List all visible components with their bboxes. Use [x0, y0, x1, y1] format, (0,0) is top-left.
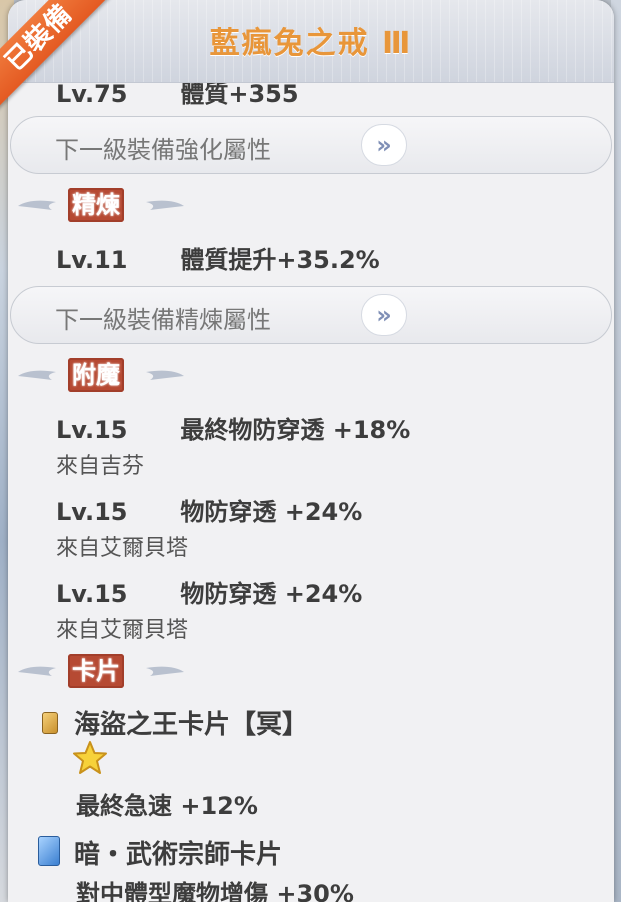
enchant-section-title: 附魔 — [68, 358, 124, 394]
wing-left-icon — [18, 370, 56, 380]
enchant-stat: 物防穿透 +24% — [180, 498, 363, 526]
strengthen-level: Lv.75 — [56, 80, 128, 108]
wing-right-icon — [146, 370, 184, 380]
enchant-stat: 最終物防穿透 +18% — [180, 416, 411, 444]
enchant-stat: 物防穿透 +24% — [180, 580, 363, 608]
card-effect: 最終急速 +12% — [76, 792, 258, 820]
enchant-source: 來自艾爾貝塔 — [56, 618, 189, 643]
refine-level: Lv.11 — [56, 246, 128, 274]
refine-stat-row: Lv.11 體質提升+35.2% — [56, 240, 380, 275]
wing-left-icon — [18, 200, 56, 210]
enchant-stat-row: Lv.15 物防穿透 +24% — [56, 492, 362, 527]
card-name[interactable]: 海盜之王卡片【冥】 — [74, 704, 308, 741]
next-strengthen-label: 下一級裝備強化屬性 — [55, 136, 271, 164]
wing-right-icon — [146, 200, 184, 210]
card-effect: 對中體型魔物增傷 +30% — [76, 880, 354, 902]
next-refine-label: 下一級裝備精煉屬性 — [55, 306, 271, 334]
enchant-source: 來自艾爾貝塔 — [56, 536, 189, 561]
panel-header: 藍瘋兔之戒 Ⅲ — [8, 0, 614, 83]
gold-card-icon — [42, 712, 58, 734]
next-refine-button[interactable]: 下一級裝備精煉屬性 » — [10, 286, 612, 344]
enchant-source: 來自吉芬 — [56, 454, 145, 479]
blue-card-icon — [38, 836, 60, 866]
enchant-level: Lv.15 — [56, 580, 128, 608]
double-chevron-right-icon[interactable]: » — [361, 294, 407, 336]
wing-right-icon — [146, 666, 184, 676]
detail-scroll-area[interactable]: Lv.75 體質+355 下一級裝備強化屬性 » 精煉 Lv.11 體質提升+3… — [8, 0, 614, 902]
double-chevron-right-icon[interactable]: » — [361, 124, 407, 166]
strengthen-stat: 體質+355 — [180, 80, 299, 108]
item-title: 藍瘋兔之戒 Ⅲ — [209, 26, 413, 61]
wing-left-icon — [18, 666, 56, 676]
enchant-stat-row: Lv.15 最終物防穿透 +18% — [56, 410, 410, 445]
star-icon — [73, 741, 107, 774]
enchant-stat-row: Lv.15 物防穿透 +24% — [56, 574, 362, 609]
next-strengthen-button[interactable]: 下一級裝備強化屬性 » — [10, 116, 612, 174]
enchant-level: Lv.15 — [56, 498, 128, 526]
cards-section-title: 卡片 — [68, 654, 124, 690]
card-name[interactable]: 暗・武術宗師卡片 — [74, 834, 282, 871]
enchant-level: Lv.15 — [56, 416, 128, 444]
refine-stat: 體質提升+35.2% — [180, 246, 380, 274]
equipment-detail-panel: Lv.75 體質+355 下一級裝備強化屬性 » 精煉 Lv.11 體質提升+3… — [8, 0, 614, 902]
refine-section-title: 精煉 — [68, 188, 124, 224]
